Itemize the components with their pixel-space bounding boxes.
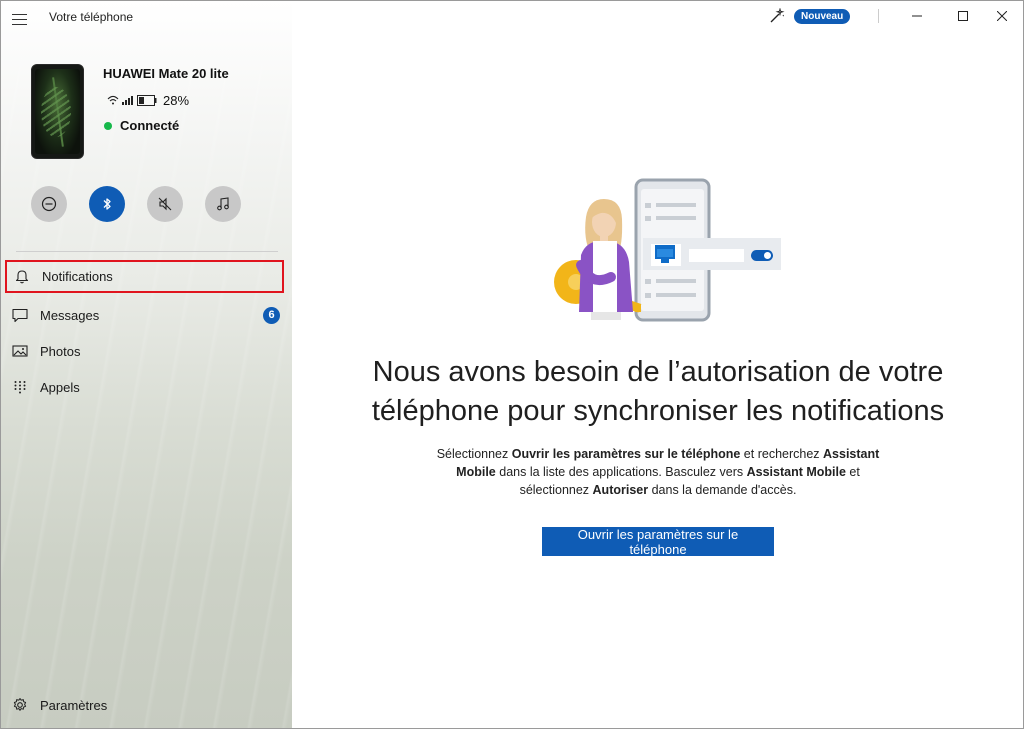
message-icon <box>12 307 28 323</box>
desc-text: dans la demande d'accès. <box>648 483 797 497</box>
bluetooth-icon <box>103 198 111 210</box>
connected-dot-icon <box>104 121 112 130</box>
battery-percentage: 28% <box>163 92 190 108</box>
messages-count-badge: 6 <box>263 306 280 324</box>
bell-icon <box>14 269 30 285</box>
app-title: Votre téléphone <box>49 10 134 24</box>
permission-description: Sélectionnez Ouvrir les paramètres sur l… <box>421 445 895 499</box>
permission-illustration <box>554 178 781 322</box>
close-button[interactable] <box>979 1 1023 31</box>
sidebar-item-label: Notifications <box>42 269 113 284</box>
magic-wand-icon[interactable] <box>769 8 785 24</box>
connection-status: Connecté <box>104 118 179 133</box>
new-badge[interactable]: Nouveau <box>794 9 851 24</box>
sidebar-item-label: Paramètres <box>40 697 108 713</box>
close-icon <box>997 11 1007 21</box>
desc-text: et recherchez <box>740 447 824 461</box>
connection-text: Connecté <box>120 118 180 133</box>
mute-button[interactable] <box>147 186 183 222</box>
sidebar-item-notifications[interactable]: Notifications <box>5 260 284 293</box>
sidebar-divider <box>16 251 278 252</box>
permission-heading: Nous avons besoin de l’autorisation de v… <box>331 353 985 431</box>
quick-actions <box>31 186 241 222</box>
phone-image <box>31 64 84 159</box>
desc-text: Sélectionnez <box>436 447 512 461</box>
desc-text: dans la liste des applications. Basculez… <box>495 465 747 479</box>
sidebar: Votre téléphone HUAWEI Mate 20 lite 28% <box>1 1 292 728</box>
desc-bold: Autoriser <box>592 483 649 497</box>
hamburger-menu-icon[interactable] <box>11 11 29 27</box>
sidebar-item-messages[interactable]: Messages 6 <box>5 297 287 333</box>
dialpad-icon <box>12 379 28 395</box>
desc-bold: Assistant Mobile <box>746 465 846 479</box>
do-not-disturb-icon <box>41 196 57 212</box>
sidebar-item-label: Appels <box>40 379 80 395</box>
heading-line-1: Nous avons besoin de l’autorisation de v… <box>372 356 944 388</box>
minimize-button[interactable] <box>894 1 940 31</box>
minimize-icon <box>912 15 922 17</box>
battery-icon <box>137 94 157 106</box>
music-button[interactable] <box>205 186 241 222</box>
titlebar-separator <box>878 9 879 23</box>
app-window: Votre téléphone HUAWEI Mate 20 lite 28% <box>0 0 1024 729</box>
gear-icon <box>12 697 28 713</box>
signal-icon <box>122 96 133 105</box>
sidebar-item-settings[interactable]: Paramètres <box>5 687 287 723</box>
desc-bold: Ouvrir les paramètres sur le téléphone <box>511 447 741 461</box>
sidebar-item-label: Messages <box>40 307 100 323</box>
sidebar-item-photos[interactable]: Photos <box>5 333 287 369</box>
sidebar-item-label: Photos <box>40 343 81 359</box>
bluetooth-button[interactable] <box>89 186 125 222</box>
device-name: HUAWEI Mate 20 lite <box>103 66 229 81</box>
sidebar-item-calls[interactable]: Appels <box>5 369 287 405</box>
wifi-icon <box>107 95 119 105</box>
device-status: 28% <box>107 92 189 108</box>
music-icon <box>217 197 229 211</box>
heading-line-2: téléphone pour synchroniser les notifica… <box>371 395 945 427</box>
photos-icon <box>12 343 28 359</box>
maximize-icon <box>958 11 968 21</box>
open-phone-settings-button[interactable]: Ouvrir les paramètres sur le téléphone <box>542 527 774 557</box>
do-not-disturb-button[interactable] <box>31 186 67 222</box>
mute-icon <box>158 197 172 211</box>
